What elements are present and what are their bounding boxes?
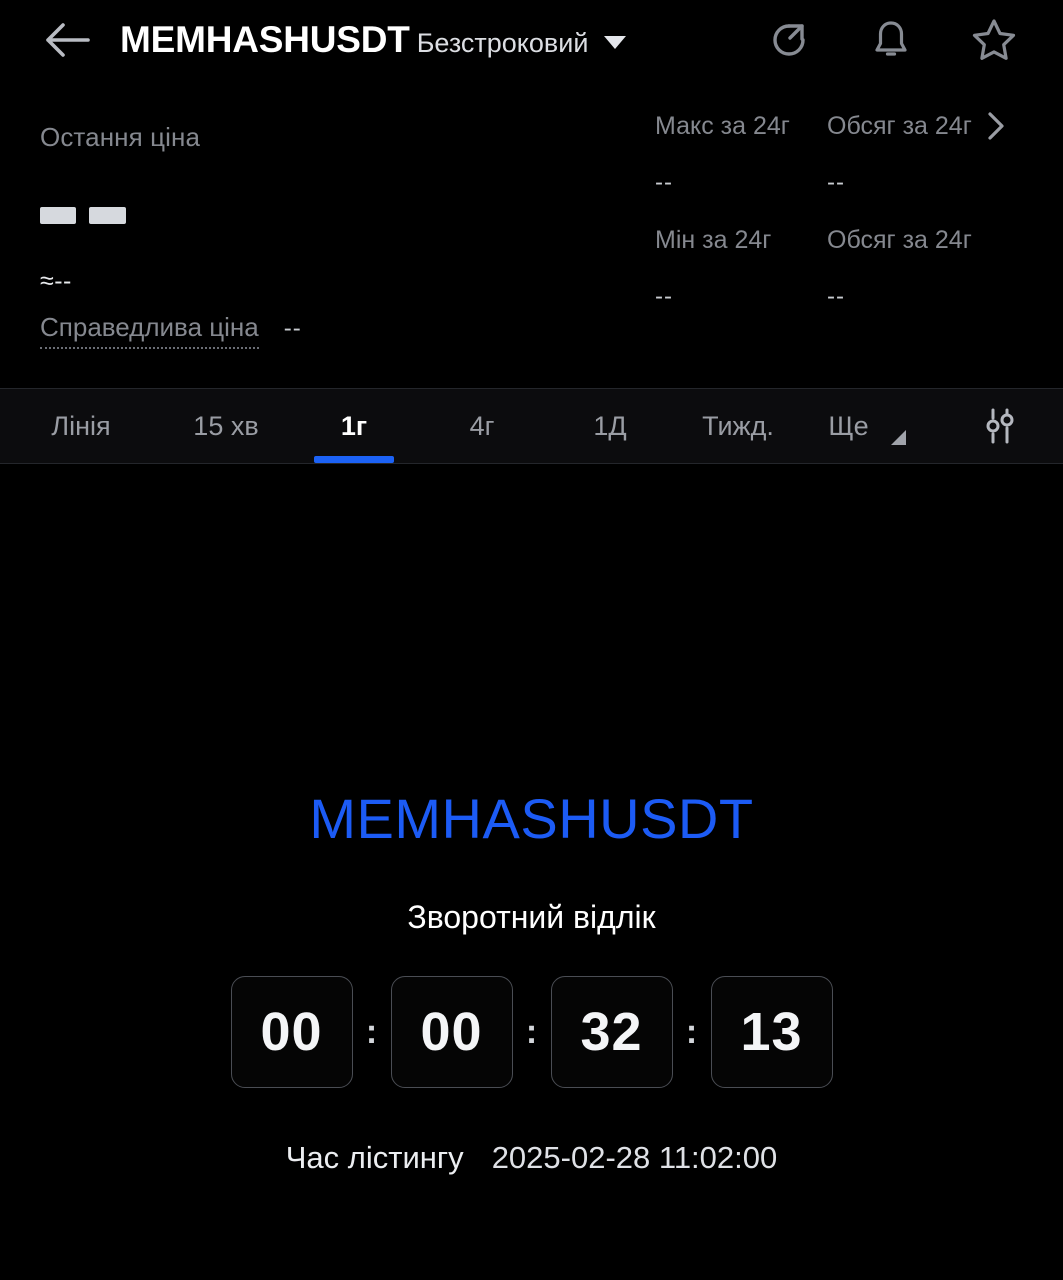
countdown-timer: 00 : 00 : 32 : 13: [230, 976, 833, 1088]
pair-selector[interactable]: MEMHASHUSDT Безстроковий: [120, 19, 627, 61]
stat-value-low-24h: --: [655, 283, 673, 310]
share-icon[interactable]: [765, 16, 813, 64]
countdown-value: 00: [260, 1002, 323, 1062]
stats-right-grid: Макс за 24г Обсяг за 24г -- -- Мін за 24…: [655, 104, 1017, 332]
listing-time-row: Час лістингу 2025-02-28 11:02:00: [286, 1140, 778, 1176]
countdown-separator: :: [525, 1012, 538, 1051]
stat-label: Макс за 24г: [655, 111, 790, 140]
countdown-separator: :: [365, 1012, 378, 1051]
countdown-segment-days: 00: [230, 976, 353, 1088]
tab-week[interactable]: Тижд.: [674, 389, 802, 463]
stat-value-high-24h: --: [655, 169, 673, 196]
countdown-symbol: MEMHASHUSDT: [309, 787, 754, 850]
skeleton-block: [40, 207, 76, 224]
tab-1h[interactable]: 1г: [290, 389, 418, 463]
triangle-corner-icon: [890, 430, 906, 445]
tab-more-label: Ще: [828, 410, 869, 441]
listing-time-label: Час лістингу: [285, 1140, 464, 1175]
back-button[interactable]: [40, 13, 94, 67]
countdown-segment-minutes: 32: [550, 976, 673, 1088]
caret-down-icon: [604, 35, 627, 49]
chevron-right-icon[interactable]: [986, 110, 1006, 142]
stat-cell-volume-24h-base: Обсяг за 24г: [827, 104, 1017, 148]
chart-interval-tabs: Лінія 15 хв 1г 4г 1Д Тижд. Ще: [0, 388, 1063, 464]
tab-4h[interactable]: 4г: [418, 389, 546, 463]
stat-label-with-chevron: Обсяг за 24г: [827, 104, 1017, 148]
header-actions: [765, 15, 1027, 65]
countdown-value: 00: [420, 1002, 483, 1062]
tab-1d[interactable]: 1Д: [546, 389, 674, 463]
countdown-value: 32: [580, 1002, 643, 1062]
fair-price-row: Справедлива ціна --: [40, 312, 600, 349]
bell-icon[interactable]: [867, 16, 915, 64]
stat-cell-high-24h: Макс за 24г: [655, 104, 827, 148]
tab-more[interactable]: Ще: [802, 389, 932, 463]
page-title: MEMHASHUSDT: [120, 19, 410, 60]
stats-left-column: Остання ціна ≈-- Справедлива ціна --: [40, 122, 600, 349]
countdown-segment-seconds: 13: [710, 976, 833, 1088]
stat-label-low-24h: Мін за 24г: [655, 225, 772, 254]
ticker-stats: Остання ціна ≈-- Справедлива ціна -- Мак…: [0, 80, 1063, 380]
listing-time-value: 2025-02-28 11:02:00: [491, 1140, 778, 1175]
app-header: MEMHASHUSDT Безстроковий: [0, 0, 1063, 80]
tab-15m[interactable]: 15 хв: [162, 389, 290, 463]
countdown-separator: :: [685, 1012, 698, 1051]
stat-label-volume-24h-quote: Обсяг за 24г: [827, 225, 972, 254]
sliders-icon: [986, 408, 1014, 444]
listing-countdown-panel: MEMHASHUSDT Зворотний відлік 00 : 00 : 3…: [0, 464, 1063, 1280]
countdown-segment-hours: 00: [390, 976, 513, 1088]
fair-price-value: --: [283, 315, 302, 342]
tab-line[interactable]: Лінія: [0, 389, 162, 463]
contract-type-label: Безстроковий: [416, 28, 589, 58]
chart-settings-button[interactable]: [977, 403, 1023, 449]
stat-value-volume-24h-quote: --: [827, 283, 845, 310]
stat-value-volume-24h-base: --: [827, 169, 845, 196]
arrow-left-icon: [46, 23, 90, 57]
stat-label: Обсяг за 24г: [827, 111, 972, 140]
last-price-skeleton: [40, 207, 600, 224]
last-price-label: Остання ціна: [40, 122, 201, 152]
countdown-value: 13: [740, 1002, 803, 1062]
skeleton-block: [89, 207, 126, 224]
fair-price-label[interactable]: Справедлива ціна: [40, 312, 259, 349]
countdown-caption: Зворотний відлік: [407, 899, 656, 935]
star-icon[interactable]: [969, 15, 1019, 65]
approx-fiat-value: ≈--: [40, 267, 72, 295]
